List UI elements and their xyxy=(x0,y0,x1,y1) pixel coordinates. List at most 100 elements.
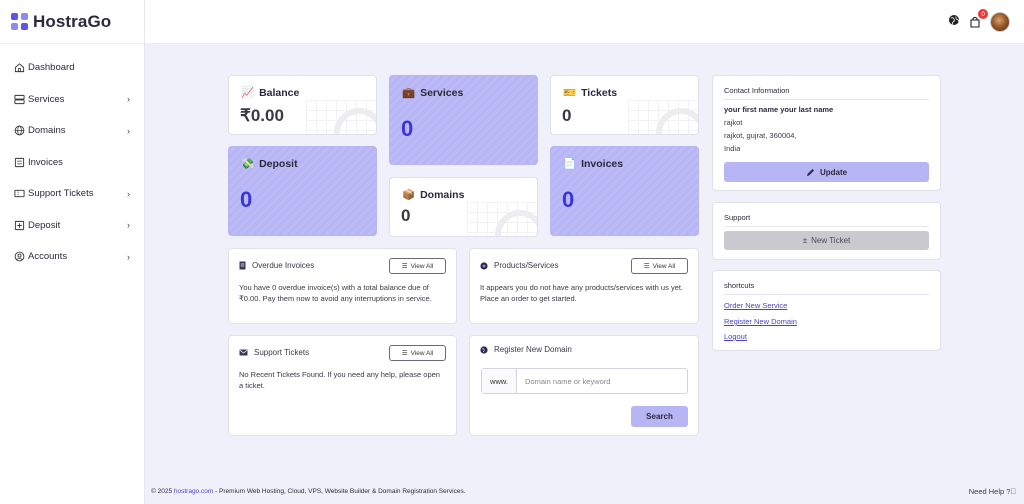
stat-value: 0 xyxy=(562,187,575,212)
sidebar-item-deposit[interactable]: Deposit › xyxy=(0,210,144,242)
list-icon: ☰ xyxy=(643,263,650,270)
logo-icon xyxy=(11,12,29,31)
ticket-icon xyxy=(13,188,25,200)
register-new-domain-link[interactable]: Register New Domain xyxy=(724,317,797,326)
chevron-right-icon: › xyxy=(127,220,130,231)
stat-value: 0 xyxy=(240,187,253,212)
new-ticket-button[interactable]: ± New Ticket xyxy=(724,231,929,250)
sidebar-item-dashboard[interactable]: Dashboard xyxy=(0,52,144,84)
sidebar-item-label: Invoices xyxy=(28,156,63,168)
envelope-icon xyxy=(239,349,248,356)
invoice-icon xyxy=(13,156,25,168)
sidebar-item-label: Dashboard xyxy=(28,62,75,74)
sidebar-item-label: Domains xyxy=(28,125,66,137)
panel-title: Register New Domain xyxy=(494,345,572,354)
brand[interactable]: HostraGo xyxy=(0,0,144,44)
server-icon xyxy=(13,93,25,105)
sidebar: HostraGo Dashboard Services › Domains › … xyxy=(0,0,145,504)
footer: © 2025 hostrago.com - Premium Web Hostin… xyxy=(151,488,466,495)
support-card: Support ± New Ticket xyxy=(712,202,941,260)
cart-count-badge: 0 xyxy=(978,9,988,19)
divider xyxy=(724,226,929,227)
overdue-message: You have 0 overdue invoice(s) with a tot… xyxy=(239,283,432,303)
chevron-right-icon: › xyxy=(127,125,130,136)
card-title: Support xyxy=(724,213,751,222)
search-domain-button[interactable]: Search xyxy=(631,406,688,427)
chevron-right-icon: › xyxy=(127,188,130,199)
cart-button[interactable]: 0 xyxy=(968,9,988,29)
stat-title: Tickets xyxy=(581,86,618,99)
language-globe-icon[interactable] xyxy=(948,13,960,31)
contact-address: rajkot, gujrat, 360004, xyxy=(724,131,797,140)
sidebar-item-label: Deposit xyxy=(28,219,61,231)
stat-card-deposit[interactable]: 💸 Deposit 0 xyxy=(228,146,377,236)
sidebar-item-support-tickets[interactable]: Support Tickets › xyxy=(0,178,144,210)
stat-value: ₹0.00 xyxy=(240,106,284,125)
stat-card-invoices[interactable]: 📄 Invoices 0 xyxy=(550,146,699,236)
sidebar-item-label: Services xyxy=(28,93,65,105)
stat-card-tickets[interactable]: 🎫 Tickets 0 xyxy=(550,75,699,135)
panel-title: Overdue Invoices xyxy=(252,261,315,270)
globe-icon xyxy=(13,125,25,137)
sidebar-item-label: Support Tickets xyxy=(28,188,94,200)
circle-icon xyxy=(480,261,488,270)
briefcase-icon: 💼 xyxy=(402,87,416,99)
update-contact-button[interactable]: Update xyxy=(724,162,929,182)
contact-info-card: Contact Information your first name your… xyxy=(712,75,941,191)
support-tickets-panel: Support Tickets ☰ View All No Recent Tick… xyxy=(228,335,457,436)
need-help-button[interactable]: Need Help ?⃝ xyxy=(969,487,1016,496)
divider xyxy=(724,99,929,100)
sidebar-item-invoices[interactable]: Invoices xyxy=(0,147,144,179)
view-all-invoices-button[interactable]: ☰ View All xyxy=(389,258,446,274)
money-icon: 💸 xyxy=(241,158,255,170)
deposit-icon xyxy=(13,219,25,231)
pencil-icon xyxy=(806,168,814,176)
chevron-right-icon: › xyxy=(127,94,130,105)
contact-city: rajkot xyxy=(724,118,743,127)
avatar[interactable] xyxy=(990,12,1010,32)
register-domain-panel: Register New Domain www. Search xyxy=(469,335,699,436)
domain-prefix: www. xyxy=(482,369,517,393)
sidebar-item-domains[interactable]: Domains › xyxy=(0,115,144,147)
sidebar-nav: Dashboard Services › Domains › Invoices … xyxy=(0,44,144,273)
card-title: Contact Information xyxy=(724,86,790,95)
panel-title: Support Tickets xyxy=(254,348,310,357)
domain-search-input[interactable] xyxy=(517,369,687,393)
card-title: shortcuts xyxy=(724,281,755,290)
contact-country: India xyxy=(724,144,741,153)
products-message: It appears you do not have any products/… xyxy=(480,283,684,303)
stat-card-services[interactable]: 💼 Services 0 xyxy=(389,75,538,165)
stat-title: Deposit xyxy=(259,157,298,170)
sidebar-item-accounts[interactable]: Accounts › xyxy=(0,241,144,273)
view-all-tickets-button[interactable]: ☰ View All xyxy=(389,345,446,361)
shortcuts-card: shortcuts Order New Service Register New… xyxy=(712,270,941,351)
stat-value: 0 xyxy=(401,206,411,225)
account-icon xyxy=(13,251,25,263)
sidebar-item-label: Accounts xyxy=(28,251,68,263)
order-new-service-link[interactable]: Order New Service xyxy=(724,301,787,310)
document-icon: 📄 xyxy=(563,158,577,170)
tickets-message: No Recent Tickets Found. If you need any… xyxy=(239,370,440,390)
stat-title: Services xyxy=(420,86,464,99)
footer-site-link[interactable]: hostrago.com xyxy=(174,488,213,495)
divider xyxy=(724,294,929,295)
logout-link[interactable]: Logout xyxy=(724,332,747,341)
receipt-icon xyxy=(239,261,246,270)
view-all-services-button[interactable]: ☰ View All xyxy=(631,258,688,274)
chevron-right-icon: › xyxy=(127,251,130,262)
ticket-icon: 🎫 xyxy=(563,87,577,99)
globe-icon xyxy=(480,345,488,354)
stat-value: 0 xyxy=(401,116,414,141)
home-icon xyxy=(13,62,25,74)
plus-icon: ± xyxy=(802,236,808,245)
list-icon: ☰ xyxy=(401,263,408,270)
domain-search-field: www. xyxy=(481,368,688,394)
stat-value: 0 xyxy=(562,106,572,125)
sidebar-item-services[interactable]: Services › xyxy=(0,84,144,116)
stat-card-balance[interactable]: 📈 Balance ₹0.00 xyxy=(228,75,377,135)
brand-name: HostraGo xyxy=(33,11,112,31)
stat-card-domains[interactable]: 📦 Domains 0 xyxy=(389,177,538,237)
overdue-invoices-panel: Overdue Invoices ☰ View All You have 0 ov… xyxy=(228,248,457,324)
stat-title: Invoices xyxy=(581,157,624,170)
products-services-panel: Products/Services ☰ View All It appears y… xyxy=(469,248,699,324)
